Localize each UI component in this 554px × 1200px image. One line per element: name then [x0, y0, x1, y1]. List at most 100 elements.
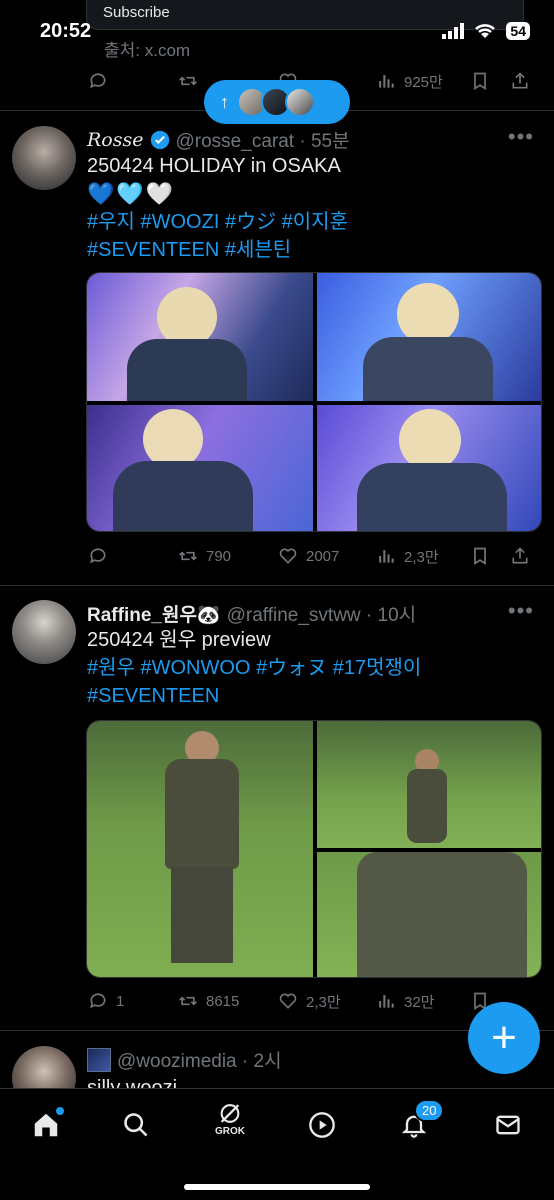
nav-messages[interactable]: [490, 1107, 526, 1143]
handle-and-time[interactable]: @rosse_carat · 55분: [176, 126, 350, 153]
tweet-header: Raffine_원우🐼 @raffine_svtww · 10시: [87, 600, 416, 627]
retweet-icon: [179, 551, 197, 561]
media-photo[interactable]: [87, 273, 313, 401]
media-photo[interactable]: [87, 405, 313, 531]
bookmark-button[interactable]: [470, 546, 490, 566]
nav-grok[interactable]: GROK: [212, 1101, 248, 1137]
hashtag-link[interactable]: #우지: [87, 211, 135, 233]
pill-avatar: [285, 87, 315, 117]
retweet-count: 8615: [206, 992, 240, 1010]
hashtag-line: #우지 #WOOZI #ウジ #이지훈: [87, 208, 348, 236]
hashtag-link[interactable]: #SEVENTEEN: [87, 685, 219, 707]
media-grid: [86, 720, 542, 978]
tweet-line: 250424 HOLIDAY in OSAKA: [87, 155, 341, 177]
tweet-header: @woozimedia · 2시: [87, 1046, 282, 1073]
reply-icon: [90, 73, 106, 89]
bottom-nav: GROK 20: [0, 1088, 554, 1200]
tweet-text: 250424 원우 preview #원우 #WONWOO #ウォヌ #17멋쟁…: [87, 626, 421, 710]
views-button[interactable]: 32만: [376, 991, 435, 1012]
media-photo[interactable]: [87, 721, 313, 977]
hashtag-line: #SEVENTEEN: [87, 682, 421, 710]
status-bar: 20:52 54: [0, 0, 554, 64]
tweet-actions: 790 2007 2,3만: [86, 543, 528, 569]
media-photo[interactable]: [317, 721, 541, 848]
tweet-text: 250424 HOLIDAY in OSAKA 💙🩵🤍 #우지 #WOOZI #…: [87, 152, 348, 264]
divider: [0, 585, 554, 586]
view-count: 925만: [404, 73, 443, 91]
new-posts-pill[interactable]: ↑: [204, 80, 350, 124]
nav-search[interactable]: [118, 1107, 154, 1143]
status-icons: 54: [442, 22, 530, 40]
like-button[interactable]: 2007: [278, 546, 339, 566]
hashtag-link[interactable]: #17멋쟁이: [333, 657, 422, 679]
hashtag-line: #SEVENTEEN #세븐틴: [87, 236, 348, 264]
hashtag-link[interactable]: #세븐틴: [225, 239, 291, 261]
retweet-button[interactable]: 8615: [178, 991, 239, 1011]
share-icon: [512, 547, 528, 564]
avatar[interactable]: [12, 126, 76, 190]
nav-notifications[interactable]: 20: [396, 1099, 445, 1143]
tweet-header: Rosse @rosse_carat · 55분: [87, 126, 350, 153]
retweet-count: 790: [206, 547, 232, 565]
home-icon: [34, 1113, 58, 1137]
retweet-button[interactable]: 790: [178, 546, 231, 566]
media-photo[interactable]: [317, 852, 541, 977]
views-icon: [379, 550, 394, 563]
more-options-icon[interactable]: •••: [508, 598, 534, 624]
hashtag-link[interactable]: #ウジ: [225, 211, 276, 233]
status-time: 20:52: [40, 20, 92, 42]
handle-and-time[interactable]: @woozimedia · 2시: [117, 1046, 282, 1073]
views-icon: [379, 75, 394, 88]
reply-icon: [90, 993, 106, 1009]
media-grid: [86, 272, 542, 532]
hashtag-link[interactable]: #이지훈: [282, 211, 348, 233]
hashtag-link[interactable]: #원우: [87, 657, 135, 679]
views-button[interactable]: 2,3만: [376, 546, 439, 567]
share-button[interactable]: [510, 71, 530, 91]
hashtag-link[interactable]: #SEVENTEEN: [87, 239, 219, 261]
media-photo[interactable]: [317, 273, 541, 401]
bookmark-icon: [474, 72, 486, 91]
hashtag-line: #원우 #WONWOO #ウォヌ #17멋쟁이: [87, 654, 421, 682]
emoji-line: 💙🩵🤍: [87, 181, 176, 206]
reply-button[interactable]: 1: [88, 991, 124, 1011]
grok-label: GROK: [215, 1126, 245, 1137]
retweet-icon: [179, 996, 197, 1006]
notification-badge: 20: [414, 1099, 445, 1122]
views-button[interactable]: 925만: [376, 71, 443, 92]
hashtag-link[interactable]: #WONWOO: [141, 657, 251, 679]
media-photo[interactable]: [317, 405, 541, 531]
share-button[interactable]: [510, 546, 530, 566]
view-count: 32만: [404, 993, 435, 1011]
view-count: 2,3만: [404, 548, 439, 566]
like-button[interactable]: 2,3만: [278, 991, 341, 1012]
more-options-icon[interactable]: •••: [508, 124, 534, 150]
nav-video[interactable]: [304, 1107, 340, 1143]
reply-button[interactable]: [88, 71, 108, 91]
hashtag-link[interactable]: #WOOZI: [141, 211, 220, 233]
play-circle-icon: [309, 1112, 335, 1138]
like-count: 2007: [306, 547, 340, 565]
reply-count: 1: [116, 992, 125, 1010]
share-icon: [512, 72, 528, 89]
battery-indicator: 54: [506, 22, 530, 40]
mail-icon: [496, 1115, 520, 1135]
heart-icon: [279, 548, 297, 564]
bookmark-button[interactable]: [470, 71, 490, 91]
nav-home[interactable]: [28, 1107, 64, 1143]
hashtag-link[interactable]: #ウォヌ: [256, 657, 327, 679]
display-name[interactable]: Rosse: [87, 129, 144, 151]
reply-icon: [90, 548, 106, 564]
home-indicator-dot: [56, 1107, 64, 1115]
display-name[interactable]: Raffine_원우🐼: [87, 600, 221, 627]
retweet-button[interactable]: [178, 71, 206, 91]
grok-icon: [220, 1104, 240, 1123]
heart-icon: [279, 993, 297, 1009]
tweet-actions: 1 8615 2,3만 32만: [86, 988, 506, 1014]
handle-and-time[interactable]: @raffine_svtww · 10시: [227, 600, 417, 627]
avatar[interactable]: [12, 600, 76, 664]
reply-button[interactable]: [88, 546, 116, 566]
plus-icon: +: [491, 1013, 517, 1062]
compose-button[interactable]: +: [468, 1002, 540, 1074]
like-count: 2,3만: [306, 993, 341, 1011]
